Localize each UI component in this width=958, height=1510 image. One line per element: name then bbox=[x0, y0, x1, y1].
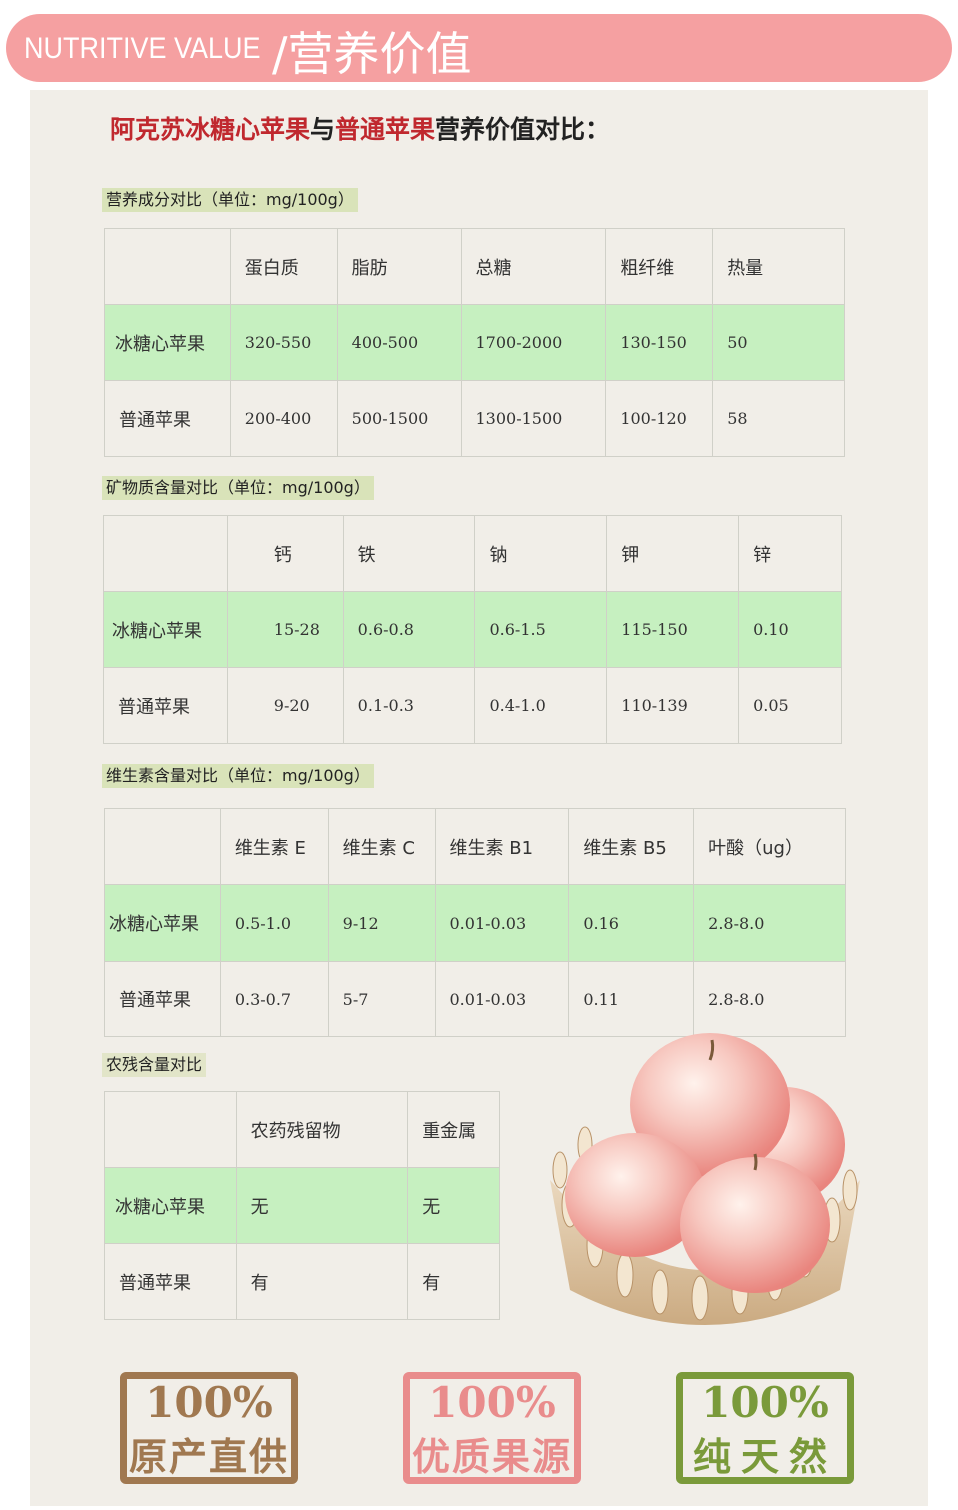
column-header: 维生素 E bbox=[219, 808, 329, 885]
table-cell: 130-150 bbox=[605, 304, 714, 381]
table-row: 普通苹果 9-20 0.1-0.3 0.4-1.0 110-139 0.05 bbox=[103, 667, 842, 744]
table-cell: 有 bbox=[407, 1243, 500, 1320]
table-cell: 15-28 bbox=[226, 591, 344, 668]
column-header: 农药残留物 bbox=[235, 1091, 409, 1168]
table-cell: 100-120 bbox=[605, 380, 714, 457]
table-vitamins: 维生素 E 维生素 C 维生素 B1 维生素 B5 叶酸（ug） 冰糖心苹果 0… bbox=[104, 808, 846, 1037]
table-corner bbox=[104, 1091, 237, 1168]
table-row: 普通苹果 0.3-0.7 5-7 0.01-0.03 0.11 2.8-8.0 bbox=[104, 961, 846, 1037]
banner-chinese-title: /营养价值 bbox=[272, 27, 472, 81]
column-header: 钠 bbox=[474, 515, 608, 592]
column-header: 总糖 bbox=[460, 228, 607, 305]
table-row: 冰糖心苹果 15-28 0.6-0.8 0.6-1.5 115-150 0.10 bbox=[103, 591, 842, 668]
table-row: 普通苹果 有 有 bbox=[104, 1243, 500, 1320]
badge-text: 原产直供 bbox=[128, 1435, 289, 1479]
table-cell: 0.01-0.03 bbox=[434, 961, 570, 1037]
table-cell: 2.8-8.0 bbox=[693, 961, 846, 1037]
table-cell: 9-20 bbox=[226, 667, 344, 744]
table-cell: 1700-2000 bbox=[460, 304, 607, 381]
headline-product-a: 阿克苏冰糖心苹果 bbox=[110, 115, 311, 144]
section-label-nutrition: 营养成分对比（单位：mg/100g） bbox=[102, 188, 358, 212]
column-header: 锌 bbox=[738, 515, 842, 592]
column-header: 热量 bbox=[712, 228, 845, 305]
table-nutrition: 蛋白质 脂肪 总糖 粗纤维 热量 冰糖心苹果 320-550 400-500 1… bbox=[104, 228, 845, 457]
badge-text: 优质果源 bbox=[411, 1435, 572, 1479]
table-cell: 9-12 bbox=[327, 884, 436, 962]
row-label: 冰糖心苹果 bbox=[104, 304, 231, 381]
row-label: 普通苹果 bbox=[103, 667, 228, 744]
table-cell: 0.05 bbox=[738, 667, 842, 744]
table-corner bbox=[104, 808, 221, 885]
table-cell: 0.11 bbox=[568, 961, 695, 1037]
table-cell: 0.10 bbox=[738, 591, 842, 668]
table-cell: 115-150 bbox=[606, 591, 740, 668]
table-cell: 5-7 bbox=[327, 961, 436, 1037]
column-header: 蛋白质 bbox=[229, 228, 338, 305]
table-cell: 无 bbox=[407, 1167, 500, 1244]
table-cell: 200-400 bbox=[229, 380, 338, 457]
table-corner bbox=[104, 228, 231, 305]
table-cell: 58 bbox=[712, 380, 845, 457]
column-header: 脂肪 bbox=[336, 228, 462, 305]
section-label-residue: 农残含量对比 bbox=[102, 1053, 207, 1077]
badge-origin-direct: 100% 原产直供 bbox=[120, 1372, 298, 1484]
table-cell: 0.6-0.8 bbox=[342, 591, 476, 668]
column-header: 粗纤维 bbox=[605, 228, 714, 305]
row-label: 普通苹果 bbox=[104, 961, 221, 1037]
headline-product-b: 普通苹果 bbox=[335, 115, 436, 144]
table-residue: 农药残留物 重金属 冰糖心苹果 无 无 普通苹果 有 有 bbox=[104, 1091, 500, 1320]
table-cell: 0.1-0.3 bbox=[342, 667, 476, 744]
row-label: 冰糖心苹果 bbox=[104, 1167, 237, 1244]
table-corner bbox=[103, 515, 228, 592]
column-header: 铁 bbox=[342, 515, 476, 592]
headline-suffix: 营养价值对比： bbox=[435, 115, 611, 144]
table-cell: 0.4-1.0 bbox=[474, 667, 608, 744]
section-label-minerals: 矿物质含量对比（单位：mg/100g） bbox=[102, 476, 374, 500]
table-row: 冰糖心苹果 0.5-1.0 9-12 0.01-0.03 0.16 2.8-8.… bbox=[104, 884, 846, 962]
comparison-headline: 阿克苏冰糖心苹果与普通苹果营养价值对比： bbox=[110, 110, 610, 146]
table-minerals: 钙 铁 钠 钾 锌 冰糖心苹果 15-28 0.6-0.8 0.6-1.5 11… bbox=[103, 515, 842, 744]
headline-connector: 与 bbox=[310, 115, 336, 144]
column-header: 维生素 B1 bbox=[434, 808, 570, 885]
table-cell: 500-1500 bbox=[336, 380, 462, 457]
column-header: 维生素 B5 bbox=[568, 808, 695, 885]
column-header: 钙 bbox=[226, 515, 344, 592]
row-label: 冰糖心苹果 bbox=[104, 884, 221, 962]
column-header: 重金属 bbox=[407, 1091, 500, 1168]
column-header: 叶酸（ug） bbox=[693, 808, 846, 885]
table-cell: 0.01-0.03 bbox=[434, 884, 570, 962]
table-cell: 0.16 bbox=[568, 884, 695, 962]
section-label-vitamins: 维生素含量对比（单位：mg/100g） bbox=[102, 764, 374, 788]
row-label: 普通苹果 bbox=[104, 1243, 237, 1320]
row-label: 冰糖心苹果 bbox=[103, 591, 228, 668]
table-cell: 1300-1500 bbox=[460, 380, 607, 457]
table-row: 冰糖心苹果 无 无 bbox=[104, 1167, 500, 1244]
table-cell: 110-139 bbox=[606, 667, 740, 744]
table-cell: 0.3-0.7 bbox=[219, 961, 329, 1037]
table-cell: 2.8-8.0 bbox=[693, 884, 846, 962]
badge-natural: 100% 纯天然 bbox=[676, 1372, 854, 1484]
table-cell: 400-500 bbox=[336, 304, 462, 381]
table-cell: 0.5-1.0 bbox=[219, 884, 329, 962]
table-cell: 无 bbox=[235, 1167, 409, 1244]
badge-percent: 100% bbox=[428, 1378, 556, 1427]
table-row: 冰糖心苹果 320-550 400-500 1700-2000 130-150 … bbox=[104, 304, 845, 381]
table-cell: 320-550 bbox=[229, 304, 338, 381]
row-label: 普通苹果 bbox=[104, 380, 231, 457]
badge-quality-source: 100% 优质果源 bbox=[403, 1372, 581, 1484]
table-cell: 0.6-1.5 bbox=[474, 591, 608, 668]
badge-percent: 100% bbox=[145, 1378, 273, 1427]
table-row: 普通苹果 200-400 500-1500 1300-1500 100-120 … bbox=[104, 380, 845, 457]
banner-english-title: NUTRITIVE VALUE bbox=[24, 32, 261, 65]
column-header: 钾 bbox=[606, 515, 740, 592]
table-cell: 有 bbox=[235, 1243, 409, 1320]
column-header: 维生素 C bbox=[327, 808, 436, 885]
badge-percent: 100% bbox=[701, 1378, 829, 1427]
badge-text: 纯天然 bbox=[692, 1435, 837, 1479]
apple-basket-image bbox=[550, 1033, 860, 1325]
table-cell: 50 bbox=[712, 304, 845, 381]
